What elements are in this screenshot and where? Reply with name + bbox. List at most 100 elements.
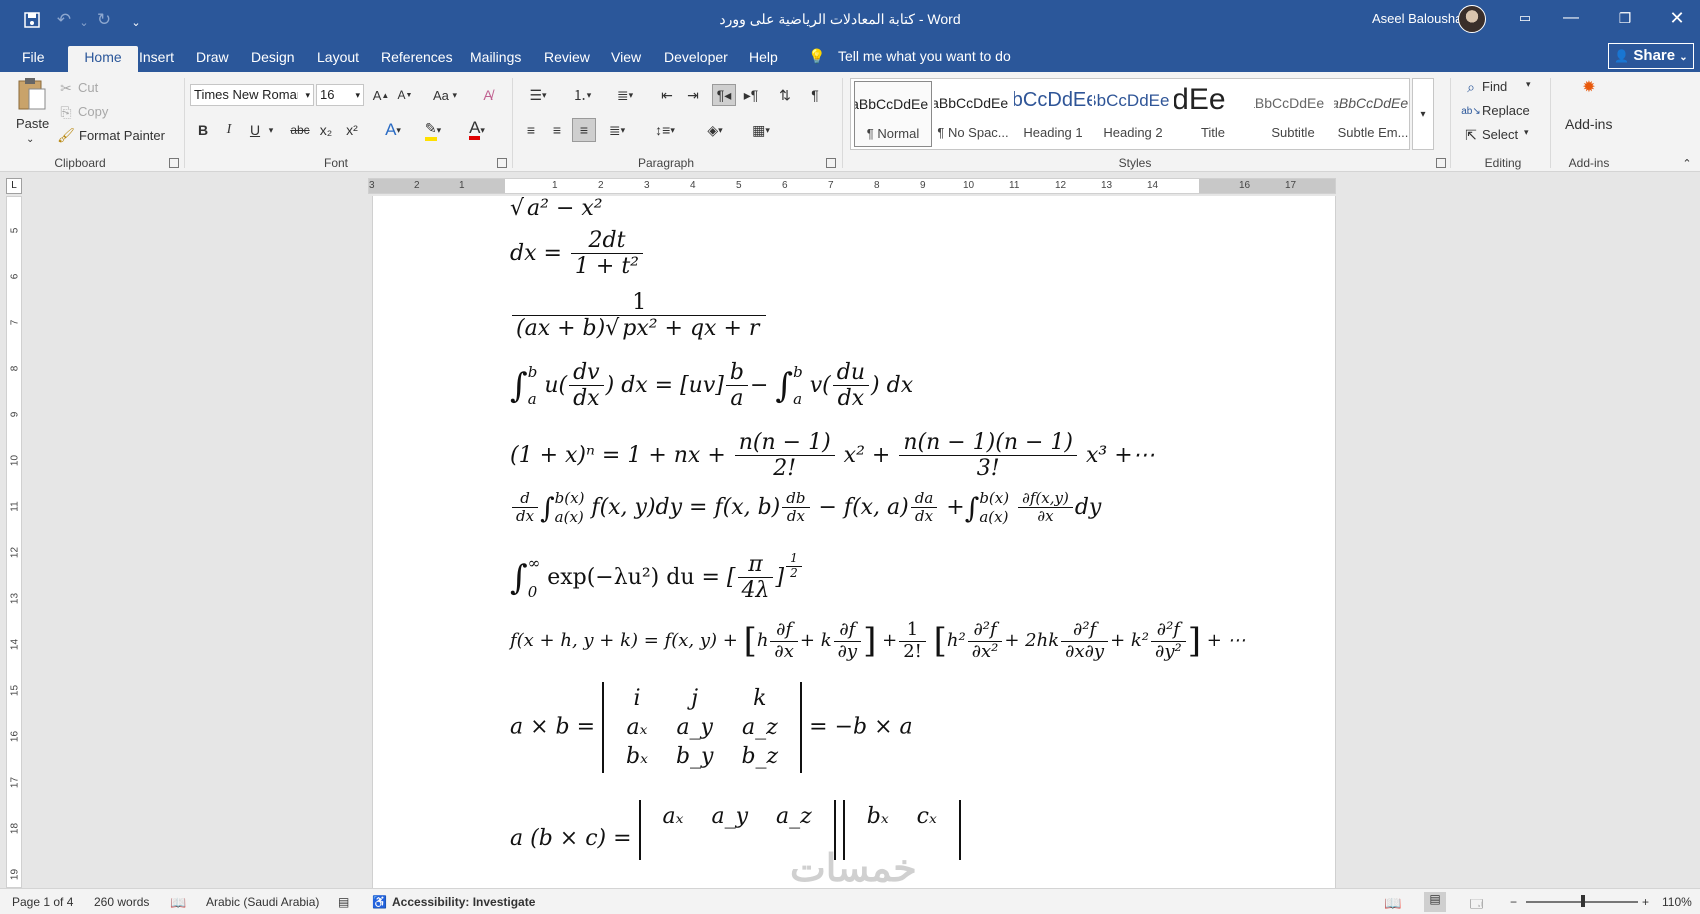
paste-label[interactable]: Paste xyxy=(16,116,49,131)
font-launcher-icon[interactable] xyxy=(497,158,507,168)
tab-references[interactable]: References xyxy=(381,46,453,72)
style-no-spacing[interactable]: AaBbCcDdEe ¶ No Spac... xyxy=(934,81,1012,147)
line-spacing-icon[interactable]: ↕≡ ▾ xyxy=(648,120,682,140)
equation-taylor-series[interactable]: f(x + h, y + k) = f(x, y) + [h ∂f ∂x + k ∂f ∂… xyxy=(510,619,1246,662)
tab-home[interactable]: Home xyxy=(68,46,138,72)
rtl-direction-icon[interactable]: ▸¶ xyxy=(740,86,762,104)
customize-toolbar-icon[interactable]: ⌄ xyxy=(122,8,150,36)
macro-icon[interactable]: ▤ xyxy=(338,895,349,909)
paste-icon[interactable] xyxy=(14,76,50,114)
page-count[interactable]: Page 1 of 4 xyxy=(12,895,73,909)
zoom-slider-thumb[interactable] xyxy=(1581,895,1585,907)
text-effects-icon[interactable]: A ▾ xyxy=(378,120,408,140)
superscript-button[interactable]: x² xyxy=(342,120,362,140)
show-marks-icon[interactable]: ¶ xyxy=(804,86,826,104)
style-subtitle[interactable]: AaBbCcDdEe Subtitle xyxy=(1254,81,1332,147)
tab-review[interactable]: Review xyxy=(544,46,590,72)
save-icon[interactable] xyxy=(18,6,46,34)
shrink-font-icon[interactable]: A ▼ xyxy=(396,86,414,104)
select-button[interactable]: Select xyxy=(1482,127,1518,142)
clipboard-launcher-icon[interactable] xyxy=(169,158,179,168)
tab-insert[interactable]: Insert xyxy=(139,46,174,72)
equation-gaussian-integral[interactable]: ∫ ∞ 0 exp(−λu²) du = [π 4λ] 1 2 xyxy=(510,551,804,604)
font-name-combo[interactable]: Times New Roman ▾ xyxy=(190,84,314,106)
accessibility-status[interactable]: Accessibility: Investigate xyxy=(392,895,535,909)
numbering-icon[interactable]: ⒈ ▾ xyxy=(566,86,598,104)
italic-button[interactable]: I xyxy=(220,120,238,140)
borders-icon[interactable]: ▦ ▾ xyxy=(744,120,778,140)
tab-draw[interactable]: Draw xyxy=(196,46,229,72)
styles-more-icon[interactable]: ▾ xyxy=(1412,78,1434,150)
multilevel-list-icon[interactable]: ≣ ▾ xyxy=(608,86,642,104)
highlight-color-icon[interactable]: ✎ ▾ xyxy=(416,120,450,141)
replace-button[interactable]: Replace xyxy=(1482,103,1530,118)
cut-button[interactable]: Cut xyxy=(78,80,98,95)
equation-leibniz-rule[interactable]: d dx ∫ b(x) a(x) f(x, y)dy = f(x, b) db dx − f… xyxy=(510,489,1101,526)
find-button[interactable]: Find xyxy=(1482,79,1507,94)
equation-reciprocal[interactable]: 1 (ax + b)√ px² + qx + r xyxy=(510,290,768,342)
underline-dropdown-icon[interactable]: ▾ xyxy=(266,120,276,140)
equation-integration-by-parts[interactable]: ∫ b a u(dv dx) dx = [uv] b a − ∫ b a v(du dx) dx xyxy=(510,360,913,412)
ltr-direction-icon[interactable]: ¶◂ xyxy=(712,84,736,106)
align-left-icon[interactable]: ≡ xyxy=(520,120,542,140)
shading-icon[interactable]: ◈ ▾ xyxy=(698,120,732,140)
user-name[interactable]: Aseel Balousha xyxy=(1372,11,1462,26)
style-normal[interactable]: AaBbCcDdEe ¶ Normal xyxy=(854,81,932,147)
tab-help[interactable]: Help xyxy=(749,46,778,72)
change-case-button[interactable]: Aa ▾ xyxy=(428,86,462,104)
minimize-icon[interactable]: — xyxy=(1548,0,1594,36)
word-count[interactable]: 260 words xyxy=(94,895,149,909)
collapse-ribbon-icon[interactable]: ⌃ xyxy=(1680,156,1694,170)
equation-sqrt[interactable]: √ a² − x² xyxy=(510,196,606,221)
tab-view[interactable]: View xyxy=(611,46,641,72)
bullets-icon[interactable]: ☰ ▾ xyxy=(522,86,554,104)
zoom-level[interactable]: 110% xyxy=(1662,895,1692,909)
find-dropdown-icon[interactable]: ▾ xyxy=(1526,79,1531,90)
equation-binomial-series[interactable]: (1 + x)ⁿ = 1 + nx + n(n − 1) 2! x² + n(n … xyxy=(510,430,1155,482)
read-mode-icon[interactable]: 📖 xyxy=(1384,895,1401,912)
vertical-ruler[interactable]: 5 6 7 8 9 10 11 12 13 14 15 16 17 18 19 xyxy=(6,196,22,888)
clear-formatting-icon[interactable]: A̸ xyxy=(478,86,498,104)
align-right-icon[interactable]: ≡ xyxy=(572,118,596,142)
styles-launcher-icon[interactable] xyxy=(1436,158,1446,168)
share-button[interactable]: 👤 Share ⌄ xyxy=(1608,43,1694,69)
ribbon-display-options-icon[interactable]: ▭ xyxy=(1502,0,1548,36)
web-layout-icon[interactable]: 🗔 xyxy=(1470,895,1483,914)
copy-button[interactable]: Copy xyxy=(78,104,108,119)
justify-icon[interactable]: ≣ ▾ xyxy=(602,120,632,140)
style-subtle-emphasis[interactable]: AaBbCcDdEe Subtle Em... xyxy=(1334,81,1412,147)
font-size-combo[interactable]: 16 ▾ xyxy=(316,84,364,106)
paste-dropdown-icon[interactable]: ⌄ xyxy=(26,134,34,145)
align-center-icon[interactable]: ≡ xyxy=(546,120,568,140)
underline-button[interactable]: U xyxy=(246,120,264,140)
format-painter-button[interactable]: Format Painter xyxy=(79,128,165,143)
print-layout-icon[interactable]: ▤ xyxy=(1424,892,1446,912)
language[interactable]: Arabic (Saudi Arabia) xyxy=(206,895,319,909)
avatar[interactable] xyxy=(1458,5,1486,33)
restore-icon[interactable]: ❐ xyxy=(1602,0,1648,36)
style-heading-1[interactable]: AaBbCcDdEe Heading 1 xyxy=(1014,81,1092,147)
horizontal-ruler[interactable]: 3 2 1 1 2 3 4 5 6 7 8 9 10 11 12 13 14 1… xyxy=(368,178,1336,194)
paragraph-launcher-icon[interactable] xyxy=(826,158,836,168)
style-heading-2[interactable]: AaBbCcDdEe Heading 2 xyxy=(1094,81,1172,147)
tab-mailings[interactable]: Mailings xyxy=(470,46,521,72)
bold-button[interactable]: B xyxy=(194,120,212,140)
zoom-in-button[interactable]: + xyxy=(1642,895,1649,909)
strikethrough-button[interactable]: abc xyxy=(288,120,312,140)
style-title[interactable]: AaBbCcDdEe Title xyxy=(1174,81,1252,147)
redo-icon[interactable]: ↻ xyxy=(90,6,118,34)
zoom-out-button[interactable]: − xyxy=(1510,895,1517,909)
font-color-icon[interactable]: A ▾ xyxy=(460,119,494,140)
addins-button[interactable]: Add-ins xyxy=(1565,116,1612,132)
decrease-indent-icon[interactable]: ⇤ xyxy=(656,86,678,104)
proofing-icon[interactable]: 📖 xyxy=(170,895,186,911)
equation-dx[interactable]: dx = 2dt 1 + t² xyxy=(510,228,645,280)
close-icon[interactable]: ✕ xyxy=(1654,0,1700,36)
tab-selector-icon[interactable]: L xyxy=(6,178,22,194)
document-page[interactable]: √ a² − x² dx = 2dt 1 + t² 1 (ax + b)√ px² + … xyxy=(372,196,1336,888)
grow-font-icon[interactable]: A ▲ xyxy=(372,86,390,104)
tab-design[interactable]: Design xyxy=(251,46,295,72)
equation-cross-product[interactable]: a × b = i j k aₓ a_y a_z bₓ b_y b_z = −b × a xyxy=(510,682,913,773)
increase-indent-icon[interactable]: ⇥ xyxy=(682,86,704,104)
tab-layout[interactable]: Layout xyxy=(317,46,359,72)
